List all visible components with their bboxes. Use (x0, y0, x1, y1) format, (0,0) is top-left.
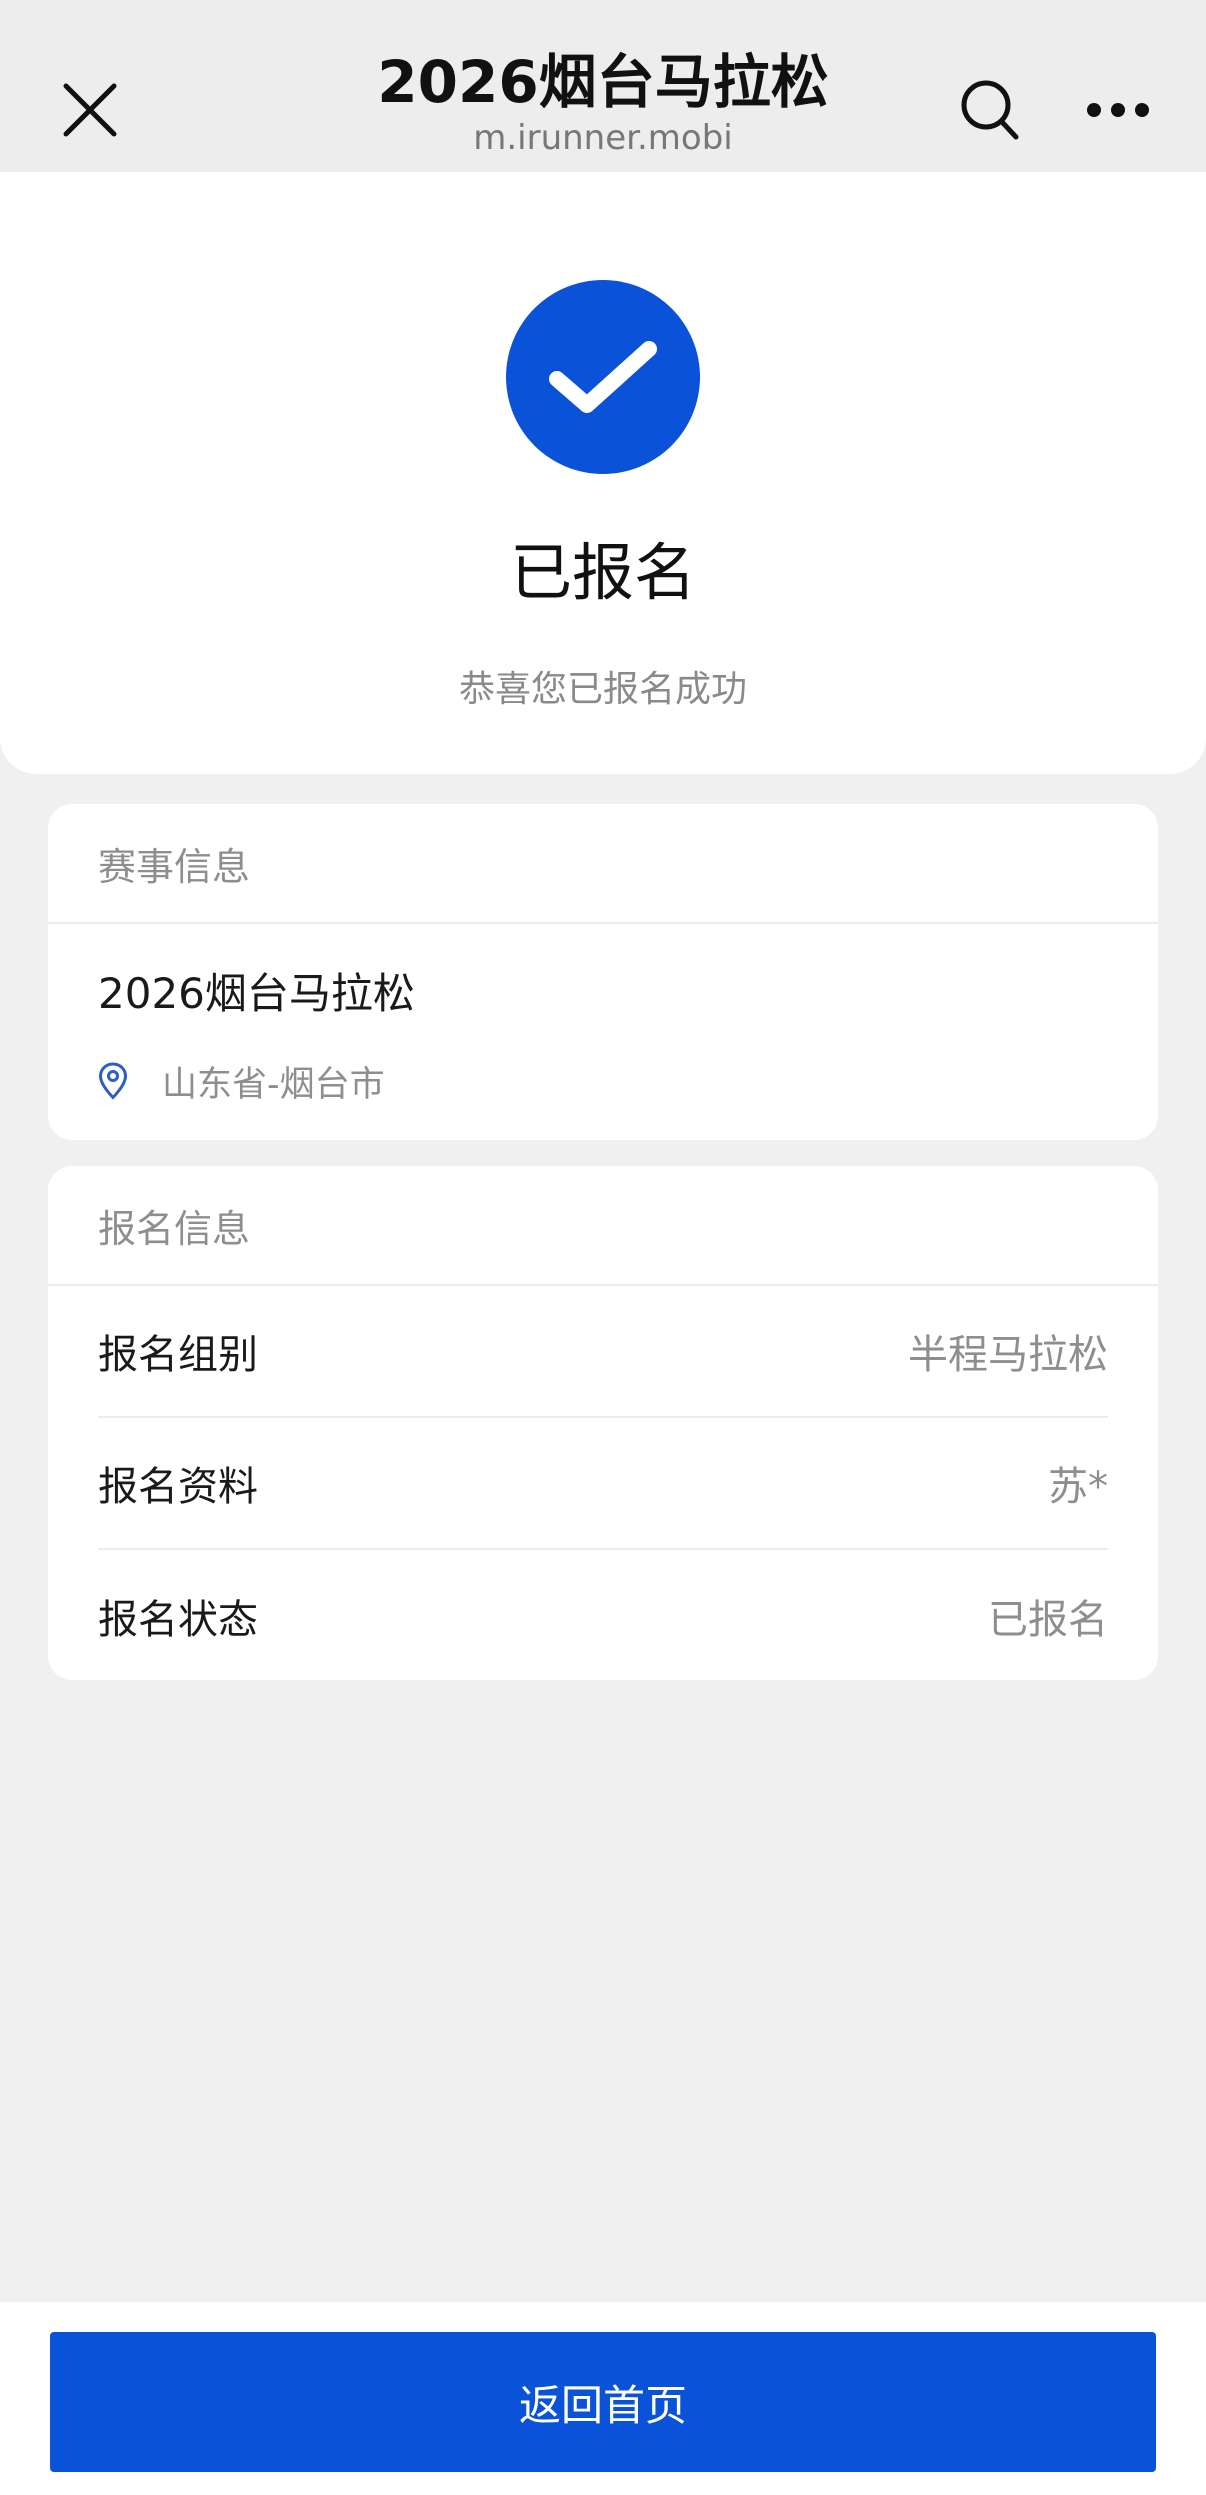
back-to-home-button[interactable]: 返回首页 (50, 2332, 1156, 2472)
event-location: 山东省-烟台市 (98, 1056, 385, 1107)
row-label: 报名组别 (98, 1332, 258, 1378)
registration-info-header: 报名信息 (48, 1166, 1158, 1286)
top-nav-bar: 2026烟台马拉松 m.irunner.mobi (0, 0, 1206, 172)
row-label: 报名资料 (98, 1464, 258, 1510)
bottom-action-bar: 返回首页 (0, 2302, 1206, 2495)
registration-row-status: 报名状态 已报名 (98, 1550, 1108, 1680)
status-subtitle: 恭喜您已报名成功 (458, 669, 747, 710)
row-value: 苏* (1048, 1464, 1108, 1510)
search-icon[interactable] (950, 70, 1030, 150)
location-pin-icon (98, 1061, 132, 1102)
registration-info-card: 报名信息 报名组别 半程马拉松 报名资料 苏* 报名状态 已报名 (48, 1166, 1158, 1680)
row-value: 已报名 (988, 1597, 1108, 1643)
event-info-card: 赛事信息 2026烟台马拉松 山东省-烟台市 (48, 804, 1158, 1140)
status-title: 已报名 (509, 536, 696, 609)
registration-row-profile: 报名资料 苏* (98, 1418, 1108, 1550)
row-value: 半程马拉松 (908, 1332, 1108, 1378)
success-hero: 已报名 恭喜您已报名成功 (0, 172, 1206, 774)
registration-row-group: 报名组别 半程马拉松 (98, 1286, 1108, 1418)
more-icon[interactable] (1078, 70, 1158, 150)
check-icon (506, 280, 700, 474)
event-location-text: 山东省-烟台市 (162, 1065, 385, 1105)
event-name: 2026烟台马拉松 (98, 969, 415, 1018)
row-label: 报名状态 (98, 1597, 258, 1643)
event-info-header: 赛事信息 (48, 804, 1158, 924)
